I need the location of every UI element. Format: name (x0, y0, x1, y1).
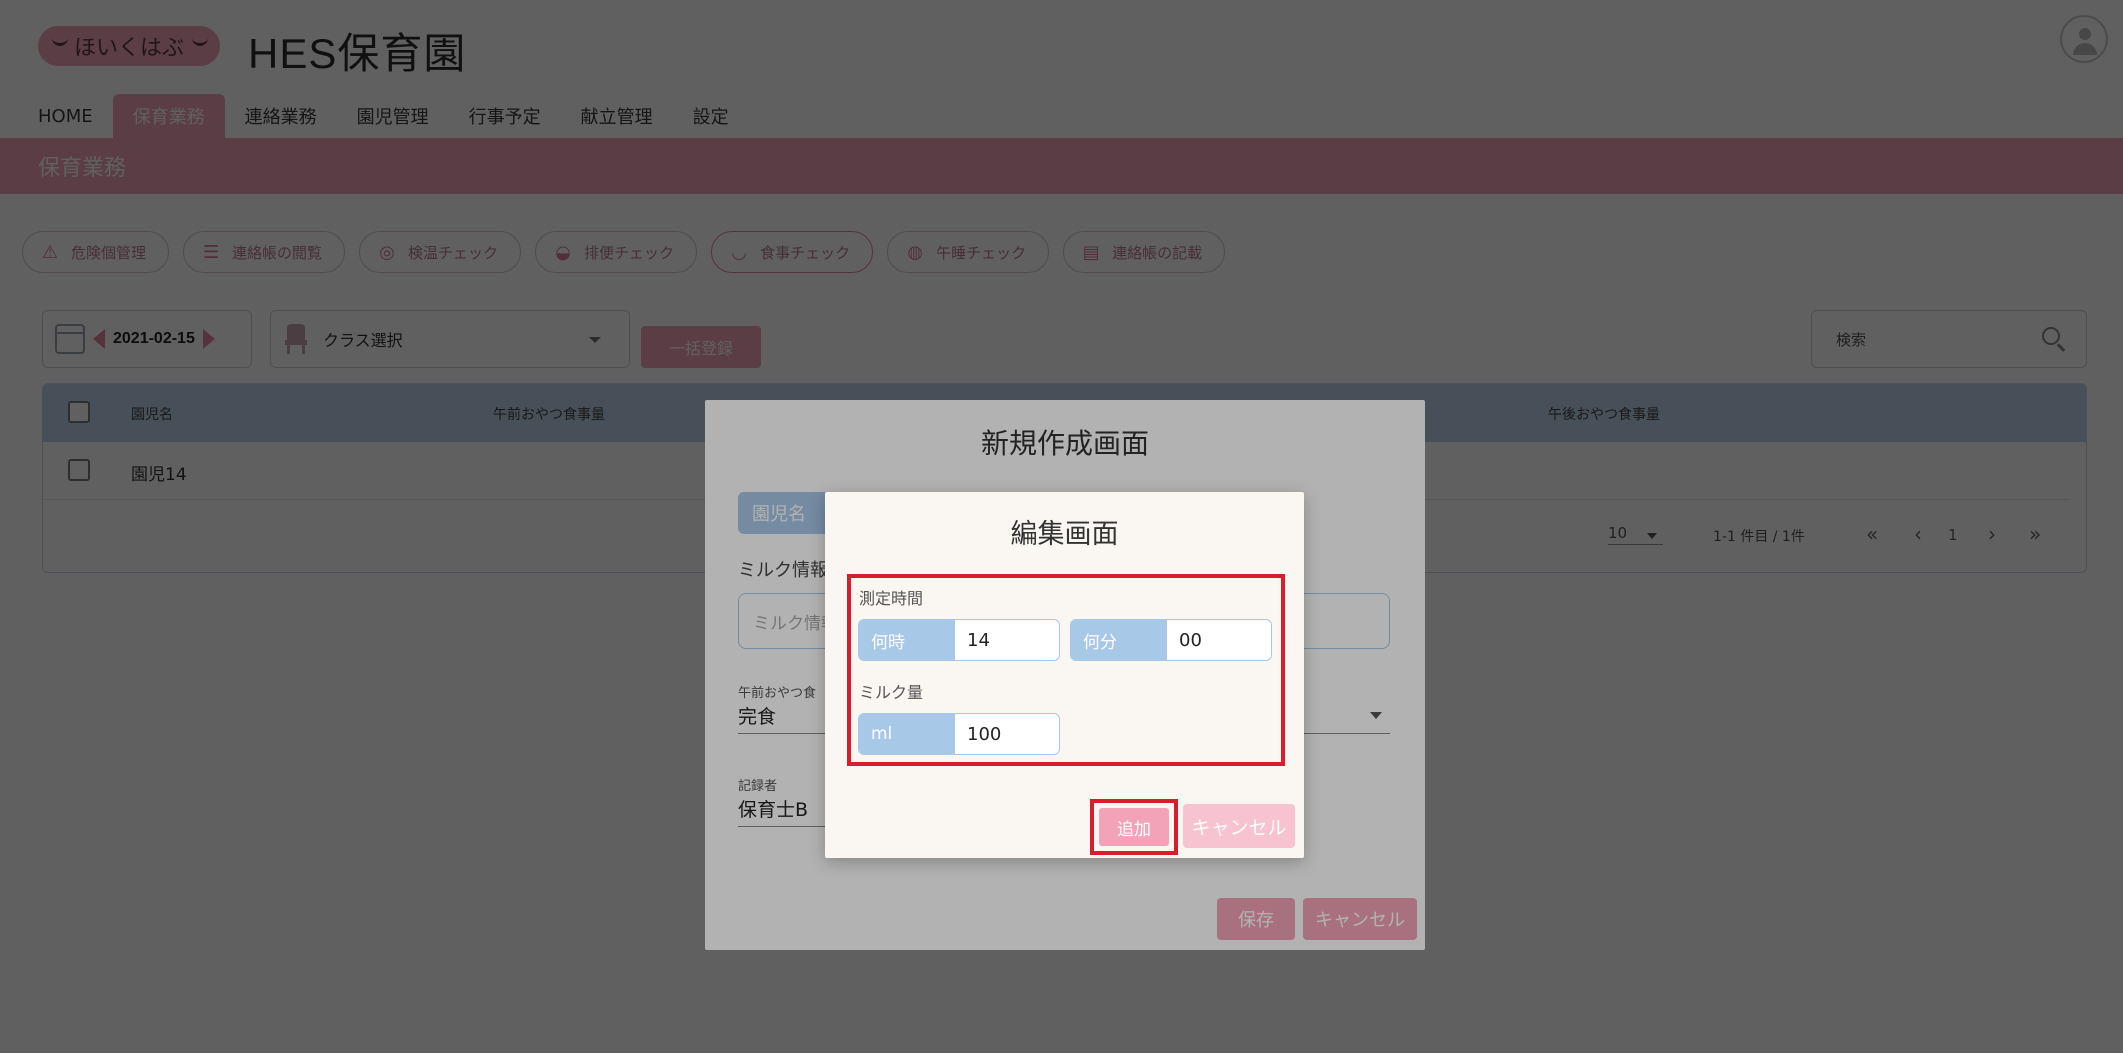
hour-input[interactable]: 14 (955, 620, 1059, 660)
milk-amount-field[interactable]: ml 100 (858, 713, 1060, 755)
minute-input[interactable]: 00 (1167, 620, 1271, 660)
add-button-highlight: 追加 (1090, 799, 1178, 855)
minute-field[interactable]: 何分 00 (1070, 619, 1272, 661)
add-button[interactable]: 追加 (1099, 808, 1169, 846)
ml-label: ml (859, 714, 955, 754)
minute-label: 何分 (1071, 620, 1167, 660)
milk-amount-label: ミルク量 (859, 683, 924, 702)
measure-time-label: 測定時間 (859, 589, 924, 608)
edit-dialog: 編集画面 測定時間 何時 14 何分 00 ミルク量 ml 100 追加 キャン… (825, 492, 1304, 858)
hour-field[interactable]: 何時 14 (858, 619, 1060, 661)
ml-input[interactable]: 100 (955, 714, 1059, 754)
cancel-button[interactable]: キャンセル (1183, 804, 1295, 848)
dialog-title: 編集画面 (1010, 519, 1119, 550)
hour-label: 何時 (859, 620, 955, 660)
